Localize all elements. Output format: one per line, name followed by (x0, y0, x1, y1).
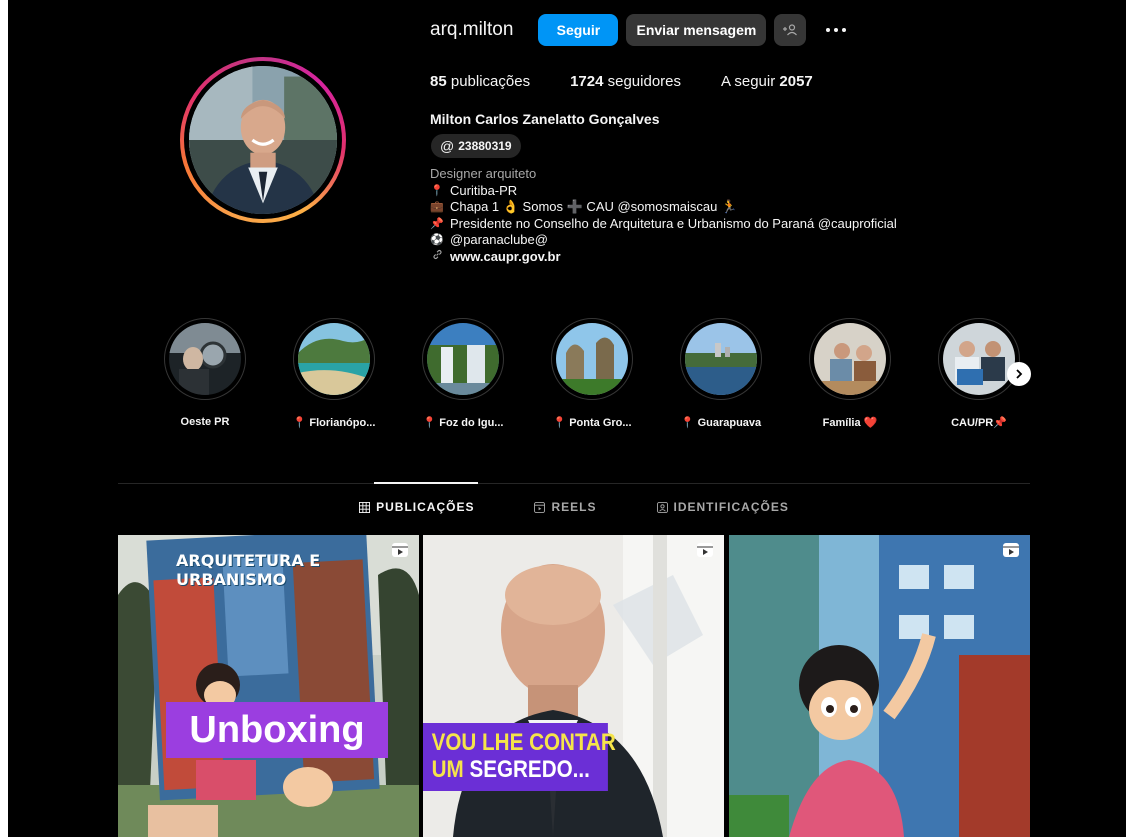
tab-posts[interactable]: PUBLICAÇÕES (359, 500, 474, 514)
post-overlay-text: VOU LHE CONTAR UM SEGREDO... (423, 723, 616, 791)
highlight-cover (685, 323, 757, 395)
highlight-cover (427, 323, 499, 395)
profile-tabs: PUBLICAÇÕES REELS IDENTIFICAÇÕES (118, 500, 1030, 514)
profile-header: arq.milton Seguir Enviar mensagem (430, 14, 852, 46)
chevron-right-icon (1016, 369, 1023, 379)
tagged-icon (656, 501, 668, 513)
highlight-item[interactable]: Família ❤️ (807, 318, 893, 429)
bio-line: 📌 Presidente no Conselho de Arquitetura … (430, 215, 897, 231)
reel-icon (696, 541, 714, 564)
tab-reels[interactable]: REELS (534, 500, 596, 514)
highlight-cover (943, 323, 1015, 395)
highlight-item[interactable]: 📍 Florianópo... (291, 318, 377, 429)
more-horizontal-icon (826, 28, 847, 32)
username: arq.milton (430, 19, 514, 40)
post-tile[interactable] (729, 535, 1030, 837)
add-person-icon (783, 24, 798, 36)
following-link[interactable]: A seguir 2057 (721, 73, 813, 90)
threads-icon: @ (440, 138, 455, 154)
link-icon (430, 249, 444, 266)
bio: Designer arquiteto 📍 Curitiba-PR 💼 Chapa… (430, 166, 897, 265)
bio-category: Designer arquiteto (430, 166, 537, 181)
profile-avatar[interactable] (180, 57, 346, 223)
post-tile[interactable]: ARQUITETURA E URBANISMO Unboxing (118, 535, 419, 837)
follow-button[interactable]: Seguir (538, 14, 619, 46)
bio-line: ⚽ @paranaclube@ (430, 232, 548, 247)
tab-tagged[interactable]: IDENTIFICAÇÕES (656, 500, 789, 514)
profile-stats: 85 publicações 1724 seguidores A seguir … (430, 73, 853, 90)
avatar-image (189, 66, 337, 214)
profile-page: arq.milton Seguir Enviar mensagem 85 pub… (8, 0, 1126, 837)
followers-link[interactable]: 1724 seguidores (570, 73, 681, 90)
full-name: Milton Carlos Zanelatto Gonçalves (430, 111, 660, 127)
highlight-cover (814, 323, 886, 395)
more-options-button[interactable] (820, 14, 852, 46)
posts-count: 85 publicações (430, 73, 531, 90)
grid-icon (359, 501, 371, 513)
highlight-cover (169, 323, 241, 395)
story-highlights: Oeste PR 📍 Florianópo... 📍 Foz do Igu...… (158, 318, 1038, 438)
highlight-item[interactable]: 📍 Ponta Gro... (549, 318, 635, 429)
tabs-divider (118, 483, 1030, 484)
post-overlay-text: Unboxing (166, 702, 388, 758)
highlight-cover (556, 323, 628, 395)
suggest-accounts-button[interactable] (774, 14, 807, 46)
bio-line: 📍 Curitiba-PR (430, 182, 518, 198)
reels-icon (534, 501, 546, 513)
post-image (423, 535, 724, 837)
message-button[interactable]: Enviar mensagem (626, 14, 767, 46)
highlight-item[interactable]: 📍 Foz do Igu... (420, 318, 506, 429)
bio-website-link[interactable]: www.caupr.gov.br (430, 249, 897, 266)
highlight-cover (298, 323, 370, 395)
threads-badge[interactable]: @ 23880319 (431, 134, 521, 158)
reel-icon (1002, 541, 1020, 564)
avatar-photo (189, 66, 337, 214)
reel-icon (391, 541, 409, 564)
highlights-next-button[interactable] (1007, 362, 1031, 386)
post-image (729, 535, 1030, 837)
bio-line: 💼 Chapa 1 👌 Somos ➕ CAU @somosmaiscau 🏃 (430, 199, 738, 214)
highlight-item[interactable]: Oeste PR (162, 318, 248, 428)
highlight-item[interactable]: 📍 Guarapuava (678, 318, 764, 429)
posts-grid: ARQUITETURA E URBANISMO Unboxing VOU LHE… (118, 535, 1030, 837)
active-tab-indicator (374, 482, 478, 484)
post-tile[interactable]: VOU LHE CONTAR UM SEGREDO... (423, 535, 724, 837)
comic-title: ARQUITETURA E URBANISMO (176, 551, 321, 589)
